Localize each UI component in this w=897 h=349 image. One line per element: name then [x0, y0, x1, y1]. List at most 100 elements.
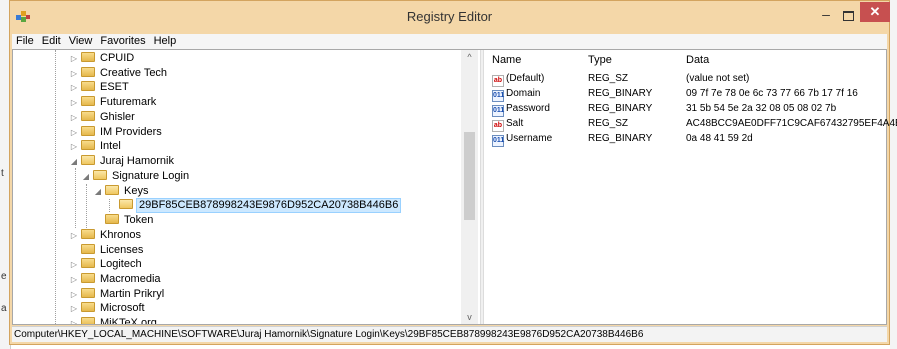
folder-icon — [81, 317, 95, 324]
close-button[interactable]: ✕ — [860, 2, 890, 22]
value-type: REG_SZ — [588, 73, 629, 84]
background-text-fragment: a — [1, 303, 7, 314]
tree-node-label: Intel — [100, 140, 121, 152]
value-row[interactable]: ab (Default) REG_SZ (value not set) — [492, 71, 886, 87]
value-row[interactable]: 011 Password REG_BINARY 31 5b 54 5e 2a 32… — [492, 101, 886, 117]
value-type: REG_SZ — [588, 118, 629, 129]
menu-favorites[interactable]: Favorites — [96, 34, 149, 49]
folder-icon — [81, 111, 95, 121]
menu-help[interactable]: Help — [150, 34, 181, 49]
menu-edit[interactable]: Edit — [38, 34, 65, 49]
folder-icon — [81, 302, 95, 312]
binary-value-icon: 011 — [492, 135, 504, 147]
value-name: (Default) — [506, 73, 545, 84]
scroll-thumb[interactable] — [464, 132, 475, 220]
menu-file[interactable]: File — [12, 34, 38, 49]
folder-icon — [81, 258, 95, 268]
tree-node-label: MiKTeX.org — [100, 317, 157, 324]
folder-icon — [81, 244, 95, 254]
title-bar[interactable]: Registry Editor – ✕ — [10, 1, 890, 34]
tree-guide-line — [86, 184, 87, 228]
tree-node-cpuid[interactable]: ▷ CPUID — [69, 50, 136, 66]
column-header-name[interactable]: Name — [492, 54, 521, 66]
maximize-icon — [843, 11, 854, 21]
tree-node-miktex[interactable]: ▷ MiKTeX.org — [69, 315, 159, 324]
tree-node-label: Futuremark — [100, 96, 157, 108]
tree-node-eset[interactable]: ▷ ESET — [69, 79, 131, 95]
folder-icon — [81, 126, 95, 136]
value-type: REG_BINARY — [588, 133, 653, 144]
tree-node-selected-key[interactable]: 29BF85CEB878998243E9876D952CA20738B446B6 — [107, 197, 402, 213]
folder-icon — [81, 140, 95, 150]
tree-node-ghisler[interactable]: ▷ Ghisler — [69, 109, 137, 125]
folder-icon — [81, 273, 95, 283]
value-type: REG_BINARY — [588, 88, 653, 99]
value-data: 0a 48 41 59 2d — [686, 133, 753, 144]
maximize-button[interactable] — [838, 7, 858, 23]
column-header-data[interactable]: Data — [686, 54, 709, 66]
tree-node-logitech[interactable]: ▷ Logitech — [69, 256, 144, 272]
folder-icon — [81, 229, 95, 239]
tree-node-intel[interactable]: ▷ Intel — [69, 138, 123, 154]
tree-node-signature-login[interactable]: ◢ Signature Login — [81, 168, 191, 184]
background-text-fragment: t — [1, 168, 4, 179]
background-window-right — [890, 0, 897, 349]
tree-node-label: 29BF85CEB878998243E9876D952CA20738B446B6 — [136, 198, 402, 213]
value-name: Username — [506, 133, 553, 144]
value-row[interactable]: 011 Domain REG_BINARY 09 7f 7e 78 0e 6c 7… — [492, 86, 886, 102]
tree-guide-line — [55, 50, 56, 324]
value-data: 09 7f 7e 78 0e 6c 73 77 66 7b 17 7f 16 — [686, 88, 858, 99]
value-type: REG_BINARY — [588, 103, 653, 114]
key-tree[interactable]: ▷ CPUID ▷ Creative Tech ▷ ESET ▷ Futuremark … — [13, 50, 480, 324]
column-header-type[interactable]: Type — [588, 54, 612, 66]
folder-open-icon — [119, 199, 133, 209]
folder-icon — [81, 81, 95, 91]
value-row[interactable]: ab Salt REG_SZ AC48BCC9AE0DFF71C9CAF67432… — [492, 116, 897, 132]
value-name: Salt — [506, 118, 524, 129]
tree-node-label: Juraj Hamornik — [100, 155, 174, 167]
value-name: Domain — [506, 88, 541, 99]
tree-node-macromedia[interactable]: ▷ Macromedia — [69, 271, 163, 287]
tree-node-label: Logitech — [100, 258, 142, 270]
tree-node-microsoft[interactable]: ▷ Microsoft — [69, 300, 147, 316]
folder-icon — [81, 288, 95, 298]
folder-icon — [81, 67, 95, 77]
folder-icon — [105, 214, 119, 224]
tree-node-label: ESET — [100, 81, 129, 93]
client-area: ▷ CPUID ▷ Creative Tech ▷ ESET ▷ Futuremark … — [12, 49, 897, 325]
value-row[interactable]: 011 Username REG_BINARY 0a 48 41 59 2d — [492, 131, 886, 147]
tree-node-label: Ghisler — [100, 111, 135, 123]
registry-editor-window: Registry Editor – ✕ File Edit View Favor… — [9, 0, 897, 345]
tree-node-label: Token — [124, 214, 154, 226]
folder-icon — [81, 96, 95, 106]
value-data: (value not set) — [686, 73, 750, 84]
collapse-arrow-icon[interactable]: ◢ — [93, 184, 103, 200]
tree-node-juraj-hamornik[interactable]: ◢ Juraj Hamornik — [69, 153, 176, 169]
tree-node-label: Macromedia — [100, 273, 161, 285]
status-bar: Computer\HKEY_LOCAL_MACHINE\SOFTWARE\Jur… — [12, 326, 887, 342]
background-text-fragment: e — [1, 271, 7, 282]
value-data: 31 5b 54 5e 2a 32 08 05 08 02 7b — [686, 103, 837, 114]
values-list[interactable]: Name Type Data ab (Default) REG_SZ (value… — [484, 50, 897, 324]
tree-node-futuremark[interactable]: ▷ Futuremark — [69, 94, 158, 110]
tree-node-label: Microsoft — [100, 302, 145, 314]
value-name: Password — [506, 103, 550, 114]
menu-view[interactable]: View — [65, 34, 97, 49]
tree-guide-line — [75, 168, 76, 228]
collapse-arrow-icon[interactable]: ◢ — [81, 169, 91, 185]
minimize-button[interactable]: – — [816, 7, 836, 23]
folder-open-icon — [81, 155, 95, 165]
tree-node-khronos[interactable]: ▷ Khronos — [69, 227, 143, 243]
value-data: AC48BCC9AE0DFF71C9CAF67432795EF4A4B61A08 — [686, 118, 897, 129]
folder-open-icon — [93, 170, 107, 180]
tree-node-label: Signature Login — [112, 170, 190, 182]
scroll-up-button[interactable]: ^ — [461, 50, 478, 64]
tree-node-label: Khronos — [100, 229, 141, 241]
expand-arrow-icon[interactable]: ▷ — [69, 316, 79, 324]
scroll-down-button[interactable]: v — [461, 310, 478, 324]
tree-scrollbar[interactable]: ^ v — [461, 50, 478, 324]
collapse-arrow-icon[interactable]: ◢ — [69, 154, 79, 170]
tree-node-token[interactable]: Token — [93, 212, 155, 228]
window-title: Registry Editor — [406, 9, 493, 24]
folder-icon — [81, 52, 95, 62]
